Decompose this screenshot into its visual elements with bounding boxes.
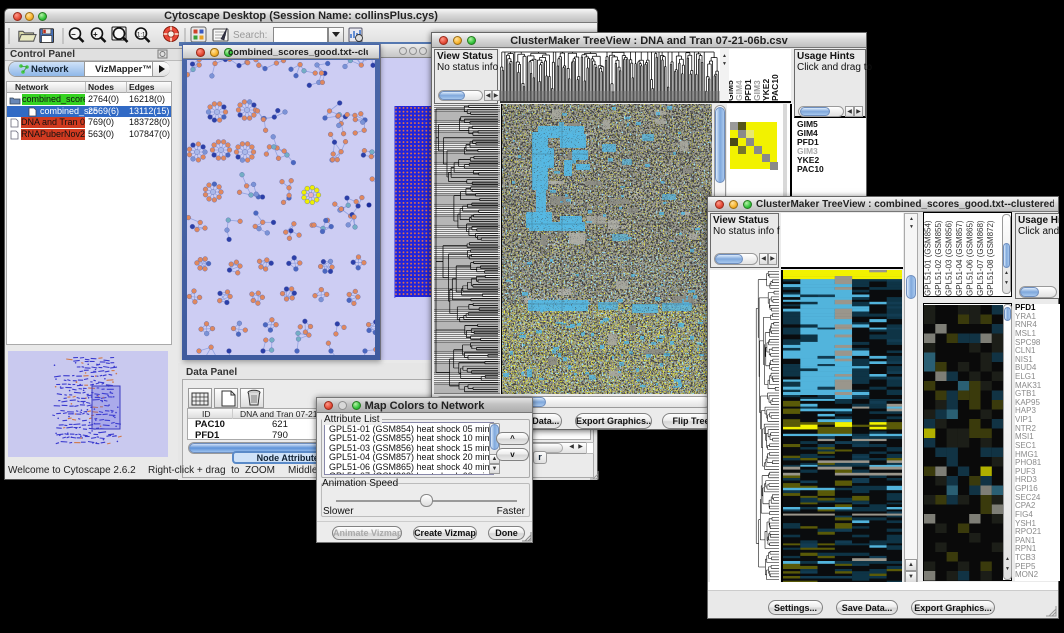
svg-text:GPL51-07 (GSM868): GPL51-07 (GSM868): [976, 220, 985, 296]
svg-text:PAC10: PAC10: [770, 74, 780, 101]
svg-text:GPL51-01 (GSM854): GPL51-01 (GSM854): [924, 220, 933, 296]
svg-text:GPL51-03 (GSM856): GPL51-03 (GSM856): [944, 220, 953, 296]
svg-text:GPL51-02 (GSM855): GPL51-02 (GSM855): [934, 220, 943, 296]
svg-text:GPL51-04 (GSM857): GPL51-04 (GSM857): [955, 220, 964, 296]
svg-text:1:1: 1:1: [137, 33, 146, 39]
svg-text:−: −: [71, 30, 76, 39]
svg-text:GPL51-08 (GSM872): GPL51-08 (GSM872): [986, 220, 995, 296]
svg-text:+: +: [93, 30, 98, 39]
svg-text:GPL51-06 (GSM865): GPL51-06 (GSM865): [965, 220, 974, 296]
